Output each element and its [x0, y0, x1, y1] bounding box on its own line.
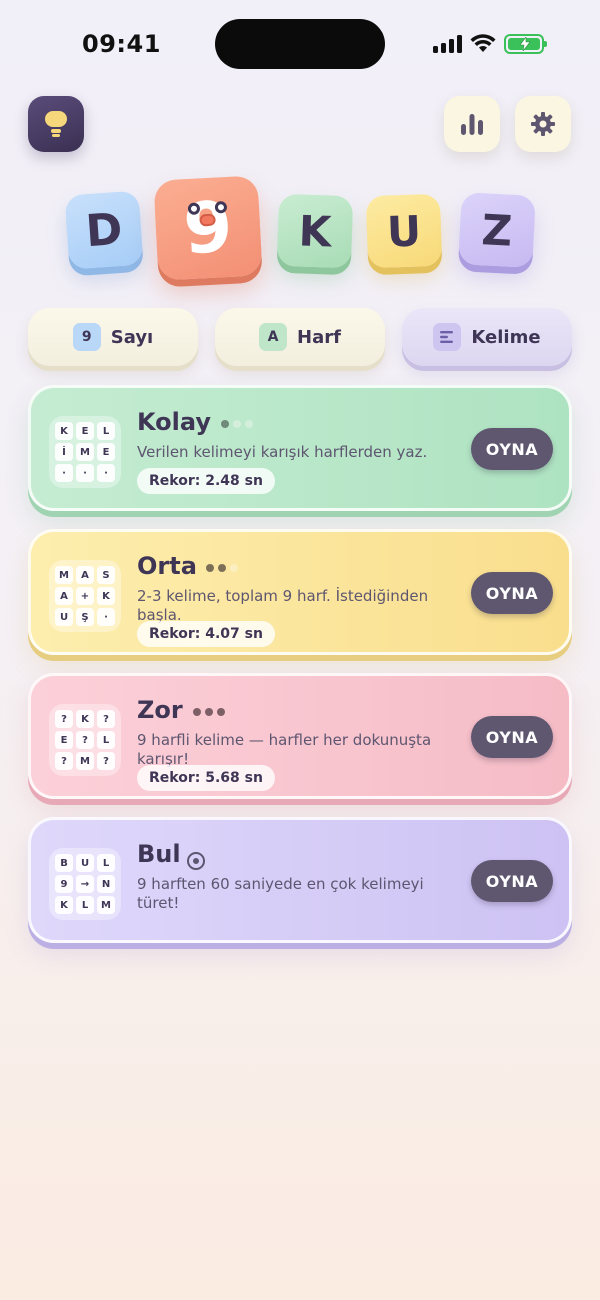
grid-cell: K — [76, 710, 94, 728]
letter-grid: K E L İ M E · · · — [49, 416, 121, 488]
grid-cell: ? — [55, 752, 73, 770]
logo-tile-k: K — [276, 193, 354, 269]
tab-harf[interactable]: A Harf — [215, 308, 385, 366]
mode-description: Verilen kelimeyi karışık harflerden yaz. — [137, 443, 428, 461]
grid-cell: ? — [97, 710, 115, 728]
grid-cell: ? — [55, 710, 73, 728]
logo-tile-d: D — [64, 190, 144, 270]
logo-tile-z: Z — [458, 192, 536, 268]
record-badge: Rekor: 4.07 sn — [137, 621, 275, 647]
grid-cell: B — [55, 854, 73, 872]
wifi-icon — [470, 34, 496, 52]
grid-cell: U — [55, 608, 73, 626]
grid-cell: M — [97, 896, 115, 914]
grid-cell: İ — [55, 443, 73, 461]
tab-label: Kelime — [471, 326, 541, 348]
tab-sayi[interactable]: 9 Sayı — [28, 308, 198, 366]
record-badge: Rekor: 5.68 sn — [137, 765, 275, 791]
status-time: 09:41 — [82, 30, 161, 58]
battery-charging-icon — [504, 34, 547, 54]
grid-cell: M — [76, 752, 94, 770]
mode-card-zor[interactable]: ? K ? E ? L ? M ? Zor 9 harfli kelime — … — [28, 673, 572, 799]
mode-card-orta[interactable]: M A S A + K U Ş · Orta 2-3 kelime, topla… — [28, 529, 572, 655]
grid-cell: · — [97, 608, 115, 626]
grid-cell: N — [97, 875, 115, 893]
play-button-bul[interactable]: OYNA — [471, 860, 553, 902]
tab-label: Harf — [297, 326, 341, 348]
grid-cell: ? — [76, 731, 94, 749]
grid-cell: E — [55, 731, 73, 749]
grid-cell: E — [76, 422, 94, 440]
grid-cell: · — [97, 464, 115, 482]
grid-cell: Ş — [76, 608, 94, 626]
mode-description: 2-3 kelime, toplam 9 harf. İstediğinden … — [137, 587, 429, 624]
grid-cell: K — [55, 422, 73, 440]
grid-cell: L — [76, 896, 94, 914]
difficulty-dots — [206, 564, 238, 572]
text-lines-icon — [433, 323, 462, 351]
lightbulb-icon — [45, 111, 67, 137]
play-button-orta[interactable]: OYNA — [471, 572, 553, 614]
mascot-nose — [199, 213, 216, 227]
letter-grid: ? K ? E ? L ? M ? — [49, 704, 121, 776]
grid-cell: L — [97, 854, 115, 872]
target-icon — [187, 852, 205, 870]
grid-cell: + — [76, 587, 94, 605]
logo-tile-mascot: 9 — [153, 175, 263, 281]
harf-badge: A — [259, 323, 288, 351]
grid-cell: A — [55, 587, 73, 605]
grid-cell: E — [97, 443, 115, 461]
letter-grid: B U L 9 → N K L M — [49, 848, 121, 920]
mode-card-kolay[interactable]: K E L İ M E · · · Kolay Verilen kelimeyi… — [28, 385, 572, 511]
play-button-kolay[interactable]: OYNA — [471, 428, 553, 470]
letter-grid: M A S A + K U Ş · — [49, 560, 121, 632]
grid-cell: · — [76, 464, 94, 482]
tab-kelime[interactable]: Kelime — [402, 308, 572, 366]
settings-button[interactable] — [515, 96, 571, 152]
app-logo: D 9 K U Z — [0, 170, 600, 285]
grid-cell: K — [55, 896, 73, 914]
bar-chart-icon — [461, 114, 483, 135]
mode-title: Bul — [137, 840, 181, 868]
mode-title: Orta — [137, 552, 197, 580]
difficulty-dots — [221, 420, 253, 428]
grid-cell: · — [55, 464, 73, 482]
grid-cell: L — [97, 422, 115, 440]
grid-cell: S — [97, 566, 115, 584]
status-icons — [433, 32, 547, 56]
stats-button[interactable] — [444, 96, 500, 152]
grid-cell: → — [76, 875, 94, 893]
grid-cell: K — [97, 587, 115, 605]
profile-button[interactable] — [28, 96, 84, 152]
record-badge: Rekor: 2.48 sn — [137, 468, 275, 494]
logo-tile-u: U — [365, 193, 443, 269]
gear-icon — [531, 112, 555, 136]
category-tabs: 9 Sayı A Harf Kelime — [28, 308, 572, 366]
play-button-zor[interactable]: OYNA — [471, 716, 553, 758]
mode-description: 9 harfli kelime — harfler her dokunuşta … — [137, 731, 432, 768]
difficulty-dots — [193, 708, 225, 716]
grid-cell: M — [76, 443, 94, 461]
grid-cell: U — [76, 854, 94, 872]
mode-card-bul[interactable]: B U L 9 → N K L M Bul 9 harften 60 saniy… — [28, 817, 572, 943]
dynamic-island — [215, 19, 385, 69]
mode-title: Zor — [137, 696, 183, 724]
status-bar: 09:41 — [0, 0, 600, 90]
grid-cell: ? — [97, 752, 115, 770]
grid-cell: M — [55, 566, 73, 584]
grid-cell: L — [97, 731, 115, 749]
grid-cell: A — [76, 566, 94, 584]
grid-cell: 9 — [55, 875, 73, 893]
cellular-signal-icon — [433, 35, 462, 53]
mode-title: Kolay — [137, 408, 211, 436]
sayi-badge: 9 — [72, 323, 101, 351]
mode-description: 9 harften 60 saniyede en çok kelimeyi tü… — [137, 875, 424, 912]
tab-label: Sayı — [110, 326, 154, 348]
